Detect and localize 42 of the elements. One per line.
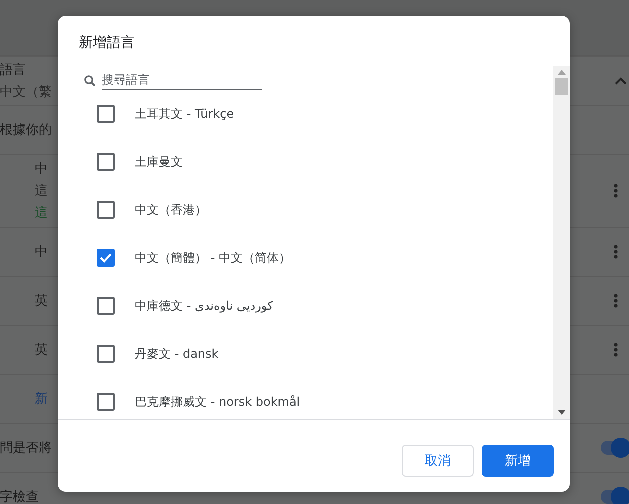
cancel-button[interactable]: 取消 [402, 445, 474, 477]
checkbox[interactable] [97, 345, 115, 363]
scroll-down-arrow-icon[interactable] [558, 410, 566, 415]
more-vert-icon[interactable] [614, 184, 618, 198]
checkbox[interactable] [97, 393, 115, 411]
checkbox[interactable] [97, 201, 115, 219]
setting-text: 根據你的 [0, 122, 53, 138]
more-vert-icon[interactable] [614, 245, 618, 259]
setting-text: 中 [35, 244, 49, 260]
scroll-up-arrow-icon[interactable] [558, 70, 566, 75]
language-label: 中庫德文 - کوردیی ناوەندی [135, 298, 274, 314]
checkbox[interactable] [97, 249, 115, 267]
more-vert-icon[interactable] [614, 294, 618, 308]
add-button[interactable]: 新增 [482, 445, 554, 477]
scrollbar[interactable] [553, 66, 570, 419]
language-label: 巴克摩挪威文 - norsk bokmål [135, 394, 300, 410]
setting-text: 這 [35, 206, 49, 220]
chevron-up-icon[interactable] [615, 77, 627, 85]
more-vert-icon[interactable] [614, 343, 618, 357]
setting-text: 中 [35, 162, 49, 176]
search-icon [84, 74, 96, 86]
setting-text: 語言 [0, 62, 27, 78]
language-label: 土耳其文 - Türkçe [135, 106, 234, 122]
setting-text: 英 [35, 294, 49, 308]
search-field[interactable]: 搜尋語言 [102, 71, 262, 90]
language-label: 中文（簡體） - 中文（简体） [135, 250, 291, 266]
checkbox[interactable] [97, 153, 115, 171]
language-label: 丹麥文 - dansk [135, 346, 219, 362]
toggle-switch[interactable] [601, 490, 629, 504]
checkbox[interactable] [97, 297, 115, 315]
setting-text: 中文（繁 [0, 84, 53, 100]
toggle-switch[interactable] [601, 441, 629, 455]
setting-text: 新 [35, 392, 49, 406]
setting-text: 字檢查 [0, 490, 40, 504]
language-label: 中文（香港） [135, 202, 207, 218]
scrollbar-thumb[interactable] [555, 78, 568, 95]
setting-text: 這 [35, 184, 49, 198]
setting-text: 英 [35, 342, 49, 358]
checkbox[interactable] [97, 105, 115, 123]
setting-text: 問是否將 [0, 440, 53, 456]
dialog-title: 新增語言 [78, 34, 136, 53]
language-label: 土庫曼文 [135, 154, 183, 170]
